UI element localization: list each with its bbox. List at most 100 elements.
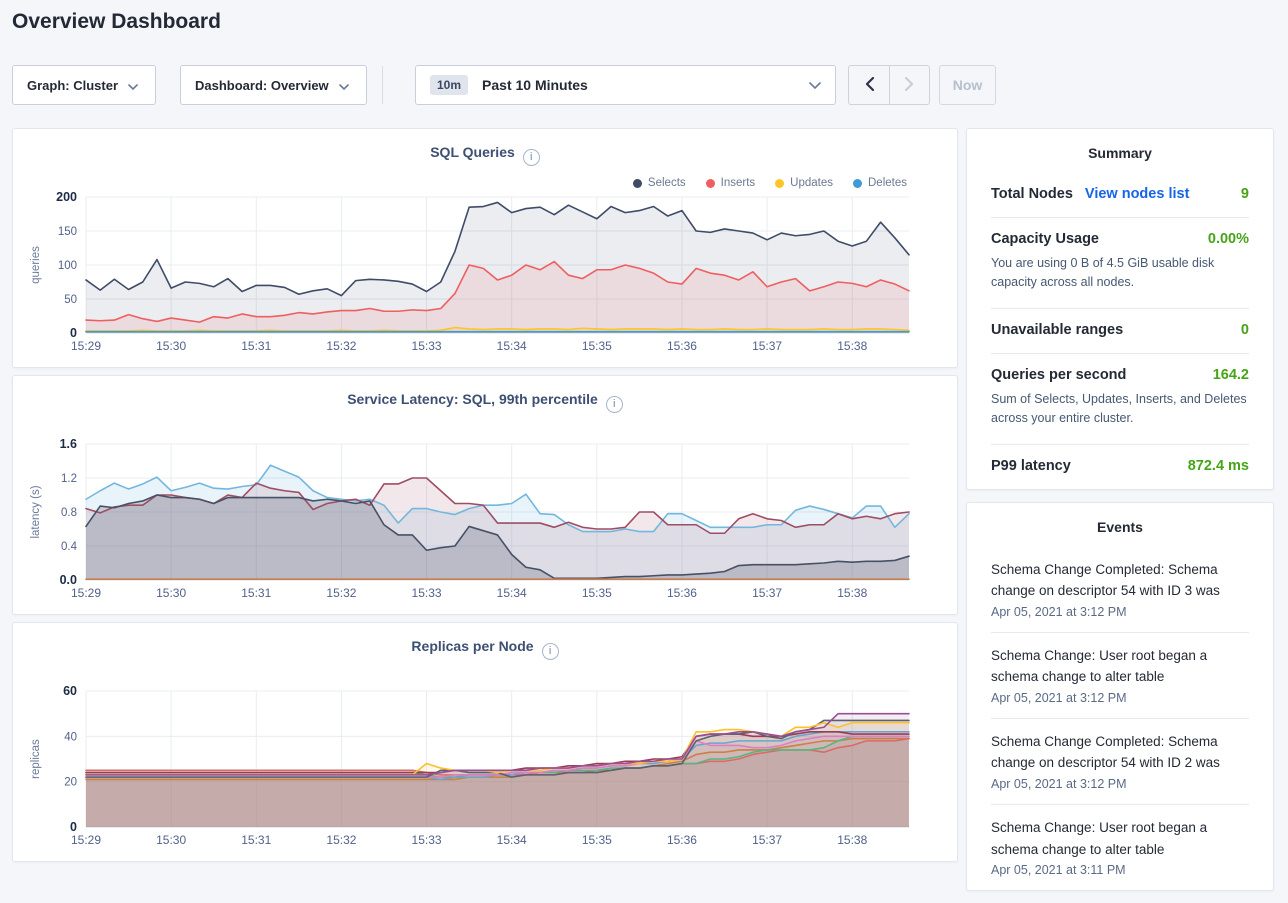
svg-text:1.6: 1.6 [60,437,77,451]
svg-text:15:35: 15:35 [582,833,612,847]
chart-title: Service Latency: SQL, 99th percentile i [13,376,957,413]
time-back-button[interactable] [849,66,889,104]
chevron-down-icon [339,78,349,93]
svg-text:15:29: 15:29 [71,339,101,353]
svg-text:15:37: 15:37 [752,586,782,600]
summary-label: Queries per second [991,367,1126,383]
summary-title: Summary [991,129,1249,173]
dashboard-dropdown-label: Dashboard: Overview [195,78,329,93]
event-item: Schema Change Completed: Schema change o… [991,547,1249,632]
event-time: Apr 05, 2021 at 3:12 PM [991,691,1249,705]
svg-text:15:32: 15:32 [326,586,356,600]
summary-label: Capacity Usage [991,231,1099,247]
svg-text:15:36: 15:36 [667,833,697,847]
svg-text:15:36: 15:36 [667,339,697,353]
svg-text:40: 40 [64,731,77,743]
svg-text:20: 20 [64,777,77,789]
summary-row: Unavailable ranges0 [991,308,1249,353]
sql-queries-panel: SQL Queriesi SelectsInsertsUpdatesDelete… [12,128,958,368]
time-range-label: Past 10 Minutes [482,77,588,93]
chart-title-text: SQL Queries [430,144,515,160]
now-button[interactable]: Now [939,65,996,105]
event-items: Schema Change Completed: Schema change o… [991,547,1249,891]
replicas-per-node-chart[interactable]: 020406015:2915:3015:3115:3215:3315:3415:… [13,669,959,857]
view-nodes-list-link[interactable]: View nodes list [1085,186,1190,202]
chevron-right-icon [905,77,914,94]
info-icon[interactable]: i [606,396,623,413]
svg-text:replicas: replicas [30,739,42,779]
chevron-down-icon [809,76,821,94]
svg-text:15:37: 15:37 [752,339,782,353]
svg-text:15:34: 15:34 [497,339,527,353]
svg-text:0.4: 0.4 [61,541,78,553]
summary-label: Unavailable ranges [991,322,1123,338]
dashboard-dropdown[interactable]: Dashboard: Overview [180,65,367,105]
svg-text:15:36: 15:36 [667,586,697,600]
summary-rows: Total NodesView nodes list9Capacity Usag… [991,173,1249,489]
events-panel: Events Schema Change Completed: Schema c… [966,502,1274,892]
event-text: Schema Change Completed: Schema change o… [991,731,1249,774]
svg-text:150: 150 [58,226,77,238]
sql-queries-chart[interactable]: 05010015020015:2915:3015:3115:3215:3315:… [13,175,959,363]
sidebar: Summary Total NodesView nodes list9Capac… [966,128,1274,903]
svg-text:15:33: 15:33 [412,339,442,353]
svg-text:15:34: 15:34 [497,586,527,600]
event-item: Schema Change: User root began a schema … [991,804,1249,890]
replicas-per-node-panel: Replicas per Nodei 020406015:2915:3015:3… [12,622,958,862]
svg-text:15:38: 15:38 [837,339,867,353]
chevron-left-icon [865,77,874,94]
svg-text:15:29: 15:29 [71,586,101,600]
svg-text:15:33: 15:33 [412,586,442,600]
event-text: Schema Change Completed: Schema change o… [991,559,1249,602]
event-text: Schema Change: User root began a schema … [991,645,1249,688]
svg-text:0: 0 [70,326,77,340]
info-icon[interactable]: i [542,643,559,660]
chart-title-text: Service Latency: SQL, 99th percentile [347,391,598,407]
event-item: Schema Change Completed: Schema change o… [991,718,1249,804]
svg-text:15:35: 15:35 [582,586,612,600]
service-latency-chart[interactable]: 0.00.40.81.21.615:2915:3015:3115:3215:33… [13,422,959,610]
summary-row: P99 latency 872.4 ms [991,444,1249,489]
time-range-selector[interactable]: 10m Past 10 Minutes [415,65,836,105]
svg-text:15:37: 15:37 [752,833,782,847]
chevron-down-icon [128,78,138,93]
summary-subtext: You are using 0 B of 4.5 GiB usable disk… [991,254,1249,293]
svg-text:15:29: 15:29 [71,833,101,847]
svg-text:15:31: 15:31 [241,586,271,600]
time-forward-button[interactable] [889,66,929,104]
graph-dropdown[interactable]: Graph: Cluster [12,65,156,105]
svg-text:15:38: 15:38 [837,833,867,847]
svg-text:0.8: 0.8 [61,507,77,519]
svg-text:60: 60 [63,684,77,698]
svg-text:15:34: 15:34 [497,833,527,847]
event-text: Schema Change: User root began a schema … [991,817,1249,860]
service-latency-panel: Service Latency: SQL, 99th percentile i 0… [12,375,958,615]
time-range-badge: 10m [430,75,468,95]
chart-title-text: Replicas per Node [411,638,533,654]
svg-text:1.2: 1.2 [61,473,77,485]
svg-text:100: 100 [58,260,77,272]
info-icon[interactable]: i [523,149,540,166]
chart-title: SQL Queries i [13,129,957,166]
summary-subtext: Sum of Selects, Updates, Inserts, and De… [991,390,1249,429]
charts-column: SQL Queriesi SelectsInsertsUpdatesDelete… [12,128,958,869]
summary-value: 164.2 [1213,367,1249,383]
graph-dropdown-label: Graph: Cluster [27,78,118,93]
toolbar: Graph: Cluster Dashboard: Overview 10m P… [12,65,996,105]
summary-row: Queries per second 164.2 Sum of Selects, U… [991,353,1249,444]
summary-value: 0.00% [1208,231,1249,247]
svg-text:queries: queries [30,246,42,284]
svg-text:50: 50 [64,294,77,306]
event-time: Apr 05, 2021 at 3:12 PM [991,605,1249,619]
summary-value: 872.4 ms [1188,458,1249,474]
events-title: Events [991,503,1249,547]
event-item: Schema Change: User root began a schema … [991,632,1249,718]
svg-text:15:31: 15:31 [241,339,271,353]
event-time: Apr 05, 2021 at 3:11 PM [991,863,1249,877]
summary-label: P99 latency [991,458,1071,474]
svg-text:15:35: 15:35 [582,339,612,353]
time-nav-group [848,65,930,105]
toolbar-divider [382,66,383,104]
page-title: Overview Dashboard [12,10,221,34]
event-time: Apr 05, 2021 at 3:12 PM [991,777,1249,791]
